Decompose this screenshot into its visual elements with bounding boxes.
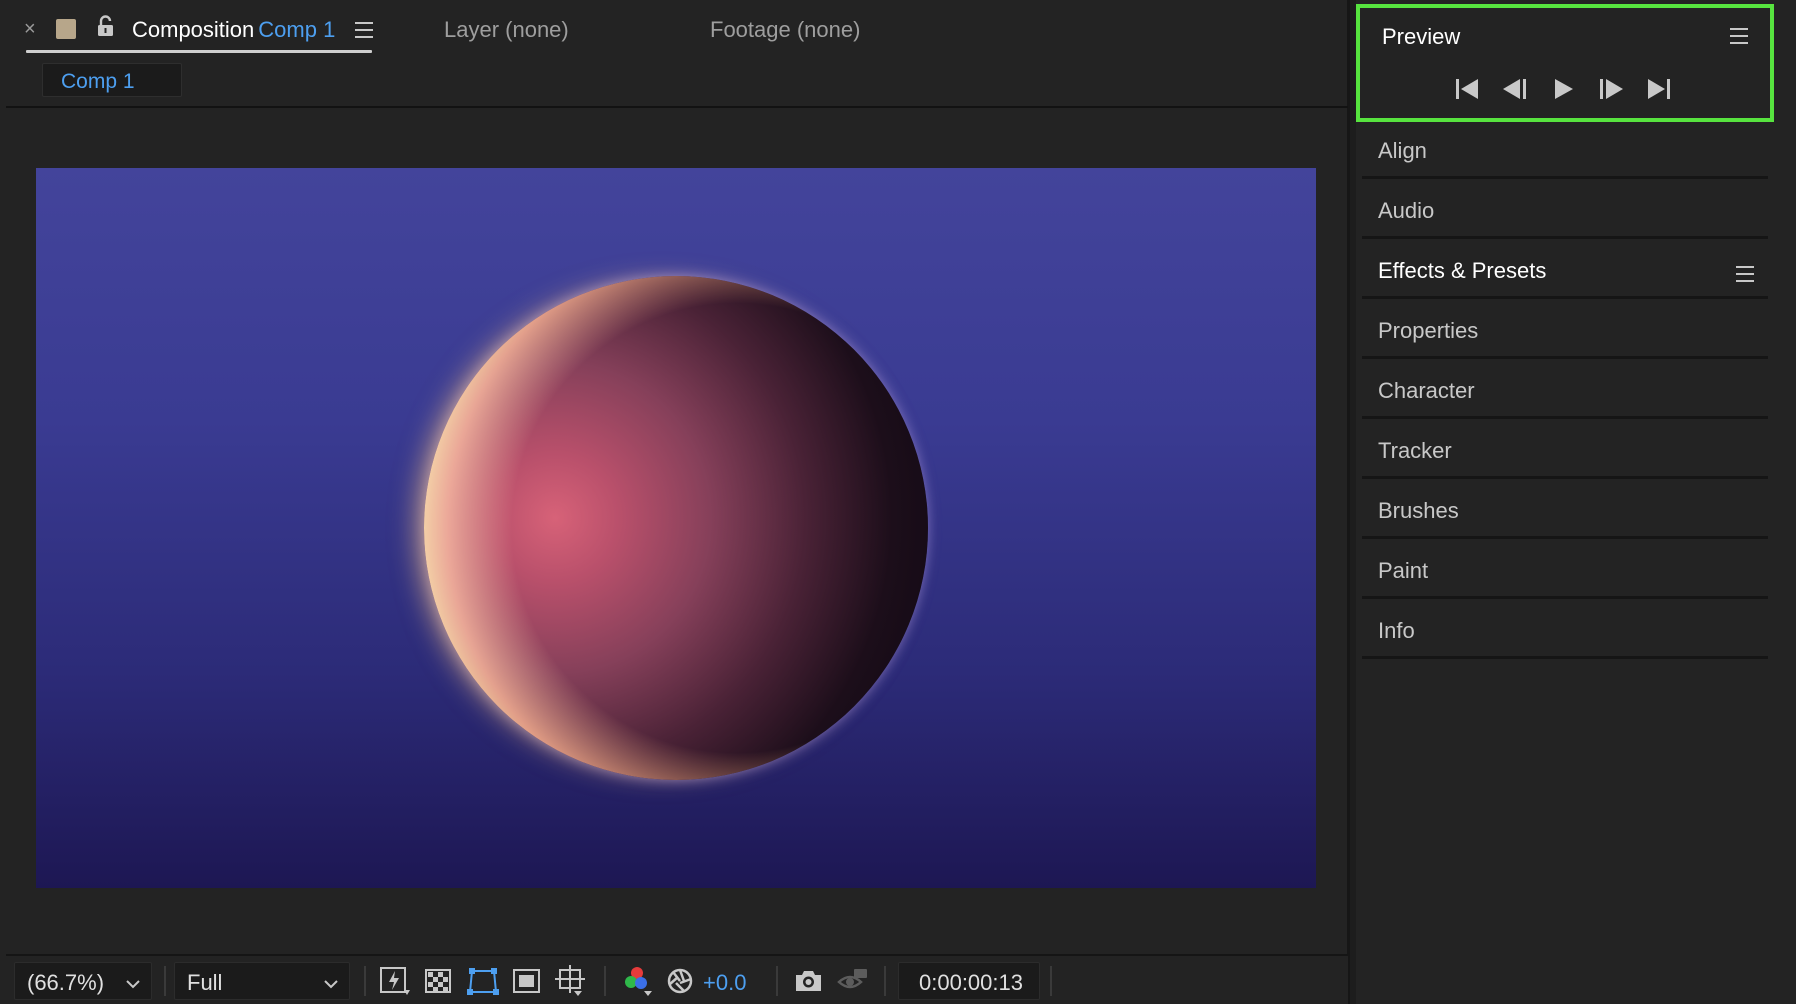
panel-row-label: Align: [1378, 138, 1427, 163]
composition-tab[interactable]: Composition Comp 1: [132, 17, 335, 43]
panel-row-label: Brushes: [1378, 498, 1459, 523]
last-frame-icon[interactable]: [1644, 76, 1674, 102]
panel-row-label: Character: [1378, 378, 1475, 403]
panel-row-label: Info: [1378, 618, 1415, 643]
panel-row-label: Properties: [1378, 318, 1479, 343]
magnification-value: (66.7%): [27, 970, 105, 995]
comp-navigator-tab[interactable]: Comp 1: [42, 63, 182, 97]
close-tab-button[interactable]: ×: [24, 18, 36, 41]
first-frame-icon[interactable]: [1452, 76, 1482, 102]
composition-tab-comp-name[interactable]: Comp 1: [258, 17, 335, 42]
panel-row-info[interactable]: Info: [1362, 602, 1768, 659]
chevron-down-icon: [323, 972, 339, 998]
preview-panel: Preview: [1356, 4, 1774, 122]
panel-row-label: Tracker: [1378, 438, 1452, 463]
panel-row-label: Audio: [1378, 198, 1435, 223]
resolution-dropdown[interactable]: Full: [174, 962, 350, 1000]
toolbar-separator: [776, 966, 778, 996]
active-tab-indicator: [26, 50, 372, 53]
toolbar-separator: [364, 966, 366, 996]
composition-panel: × Composition Comp 1 Layer (none) Footage…: [0, 0, 1350, 1004]
toolbar-separator: [164, 966, 166, 996]
panel-row-properties[interactable]: Properties: [1362, 302, 1768, 359]
panel-menu-icon[interactable]: [1730, 28, 1748, 49]
panel-row-audio[interactable]: Audio: [1362, 182, 1768, 239]
toolbar-separator: [604, 966, 606, 996]
play-icon[interactable]: [1548, 76, 1578, 102]
panel-row-character[interactable]: Character: [1362, 362, 1768, 419]
toolbar-separator: [884, 966, 886, 996]
panel-row-align[interactable]: Align: [1362, 122, 1768, 179]
panel-tab-strip: × Composition Comp 1 Layer (none) Footage…: [0, 0, 1350, 60]
preview-panel-title[interactable]: Preview: [1382, 24, 1460, 50]
resolution-value: Full: [187, 970, 223, 995]
next-frame-icon[interactable]: [1596, 76, 1626, 102]
tab-layer[interactable]: Layer (none): [444, 17, 569, 43]
comp-color-swatch[interactable]: [56, 19, 76, 39]
show-snapshot-icon[interactable]: [836, 964, 870, 998]
tab-footage[interactable]: Footage (none): [710, 17, 860, 43]
color-management-icon[interactable]: [664, 964, 698, 998]
exposure-value[interactable]: +0.0: [703, 970, 746, 996]
snapshot-icon[interactable]: [792, 964, 826, 998]
planet-rim-light: [424, 276, 928, 780]
panel-row-label: Paint: [1378, 558, 1429, 583]
current-time-display[interactable]: 0:00:00:13: [898, 962, 1040, 1000]
transparency-grid-icon[interactable]: [422, 964, 456, 998]
chevron-down-icon: [125, 972, 141, 998]
composition-viewer[interactable]: [36, 168, 1316, 888]
panel-menu-icon[interactable]: [355, 22, 373, 43]
unlock-icon[interactable]: [96, 15, 116, 42]
panel-row-tracker[interactable]: Tracker: [1362, 422, 1768, 479]
previous-frame-icon[interactable]: [1500, 76, 1530, 102]
composition-tab-label: Composition: [132, 17, 255, 42]
viewer-toolbar: (66.7%) Full +0.0 0:00:00:13: [6, 954, 1348, 1004]
panel-row-paint[interactable]: Paint: [1362, 542, 1768, 599]
magnification-dropdown[interactable]: (66.7%): [14, 962, 152, 1000]
color-channels-icon[interactable]: [620, 964, 654, 998]
panel-row-brushes[interactable]: Brushes: [1362, 482, 1768, 539]
planet-graphic: [424, 276, 928, 780]
region-of-interest-icon[interactable]: [510, 964, 544, 998]
mask-path-visibility-icon[interactable]: [466, 964, 500, 998]
fast-previews-icon[interactable]: [378, 964, 412, 998]
panel-row-label: Effects & Presets: [1378, 258, 1547, 283]
toolbar-separator: [1050, 966, 1052, 996]
divider: [6, 106, 1348, 108]
right-panel-stack: Preview Align Audio Effects & Presets Pr…: [1356, 0, 1796, 1004]
panel-menu-icon[interactable]: [1736, 266, 1754, 287]
panel-row-effects-presets[interactable]: Effects & Presets: [1362, 242, 1768, 299]
grid-guides-icon[interactable]: [554, 964, 588, 998]
